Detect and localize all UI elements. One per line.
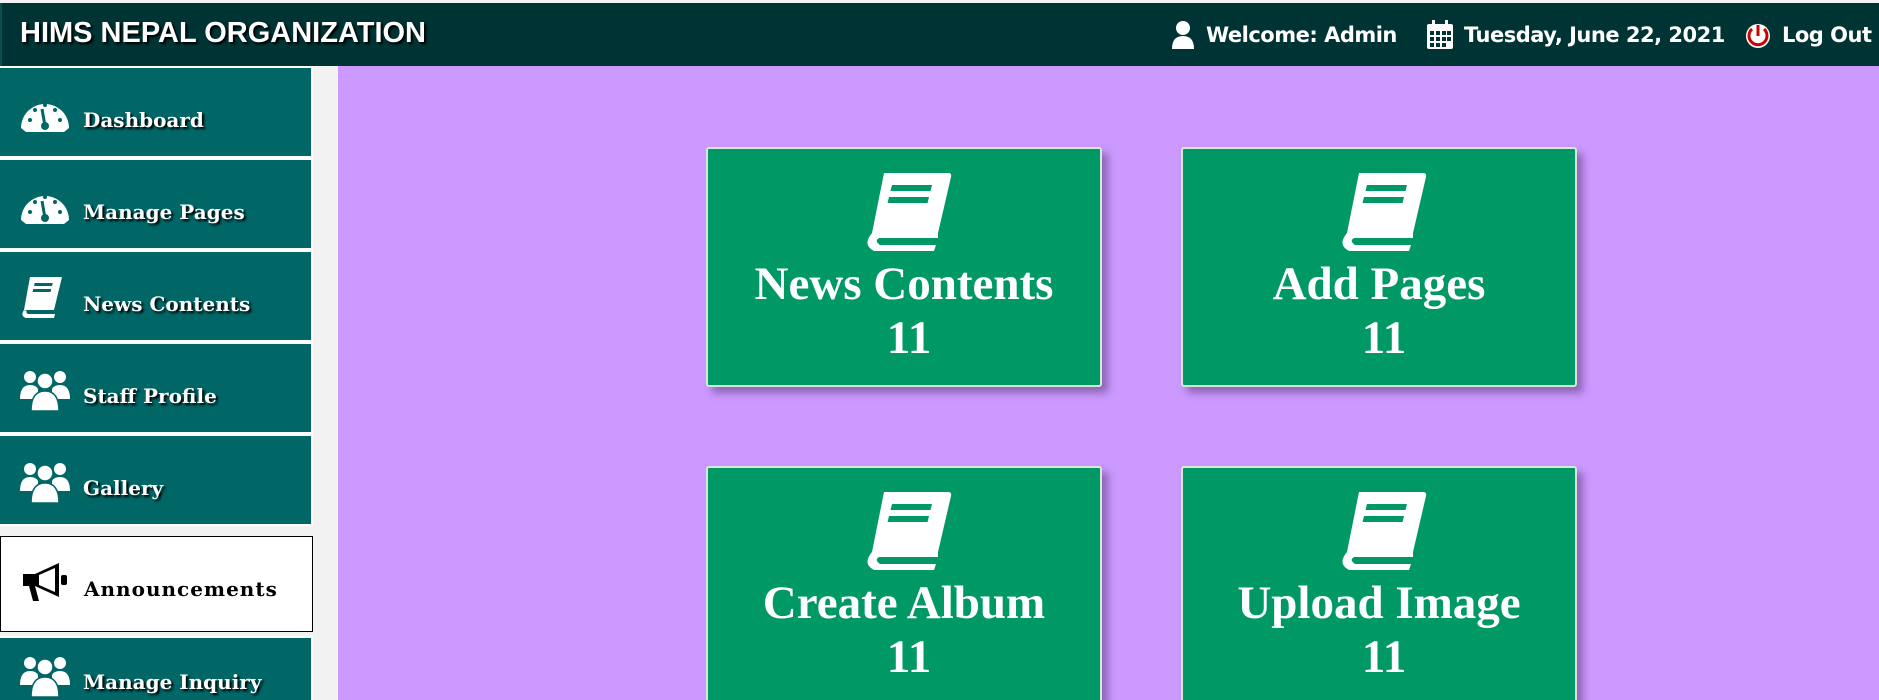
sidebar-item-manage-inquiry[interactable]: Manage Inquiry	[0, 636, 313, 700]
sidebar-item-manage-pages[interactable]: Manage Pages	[0, 158, 313, 250]
top-header: HIMS NEPAL ORGANIZATION Welcome: Admin T…	[0, 3, 1879, 66]
dashboard-icon	[21, 195, 69, 224]
book-icon	[22, 277, 62, 318]
sidebar-item-label: Manage Pages	[83, 200, 245, 224]
book-icon	[1342, 492, 1427, 570]
book-icon	[867, 492, 952, 570]
user-icon	[1172, 21, 1194, 49]
dashboard-icon	[21, 103, 69, 132]
card-title: News Contents	[754, 258, 1054, 310]
card-news-contents[interactable]: News Contents 11	[706, 147, 1102, 387]
card-add-pages[interactable]: Add Pages 11	[1181, 147, 1577, 387]
welcome-user: Welcome: Admin	[1170, 19, 1397, 51]
megaphone-icon	[23, 563, 67, 601]
book-icon	[1342, 173, 1427, 251]
card-create-album[interactable]: Create Album 11	[706, 466, 1102, 700]
sidebar-item-label: Gallery	[83, 476, 164, 500]
sidebar-item-news-contents[interactable]: News Contents	[0, 250, 313, 342]
dashboard-content: News Contents 11 Add Pages 11 Create Alb…	[338, 66, 1879, 700]
sidebar-item-staff-profile[interactable]: Staff Profile	[0, 342, 313, 434]
sidebar-item-label: Dashboard	[83, 108, 204, 132]
users-icon	[20, 657, 70, 698]
logout-label: Log Out	[1782, 23, 1872, 47]
date-text: Tuesday, June 22, 2021	[1464, 23, 1725, 47]
card-count: 11	[886, 312, 932, 364]
welcome-text: Welcome: Admin	[1206, 23, 1397, 47]
calendar-icon	[1427, 20, 1453, 49]
sidebar-item-label: News Contents	[83, 292, 251, 316]
card-title: Upload Image	[1237, 577, 1521, 629]
sidebar-item-label: Manage Inquiry	[83, 670, 262, 694]
card-count: 11	[1361, 631, 1407, 683]
sidebar-item-gallery[interactable]: Gallery	[0, 434, 313, 526]
brand-title: HIMS NEPAL ORGANIZATION	[20, 17, 426, 49]
logout-button[interactable]: Log Out	[1744, 19, 1872, 51]
users-icon	[20, 463, 70, 504]
card-count: 11	[886, 631, 932, 683]
card-count: 11	[1361, 312, 1407, 364]
power-icon	[1746, 24, 1770, 48]
book-icon	[867, 173, 952, 251]
sidebar-item-label: Announcements	[84, 577, 278, 601]
card-upload-image[interactable]: Upload Image 11	[1181, 466, 1577, 700]
card-title: Create Album	[762, 577, 1046, 629]
sidebar-item-dashboard[interactable]: Dashboard	[0, 66, 313, 158]
sidebar: Dashboard Manage Pages News Contents Sta…	[0, 66, 313, 700]
card-title: Add Pages	[1272, 258, 1486, 310]
current-date: Tuesday, June 22, 2021	[1426, 19, 1725, 51]
users-icon	[20, 371, 70, 412]
sidebar-item-label: Staff Profile	[83, 384, 217, 408]
sidebar-item-announcements[interactable]: Announcements	[0, 536, 313, 632]
